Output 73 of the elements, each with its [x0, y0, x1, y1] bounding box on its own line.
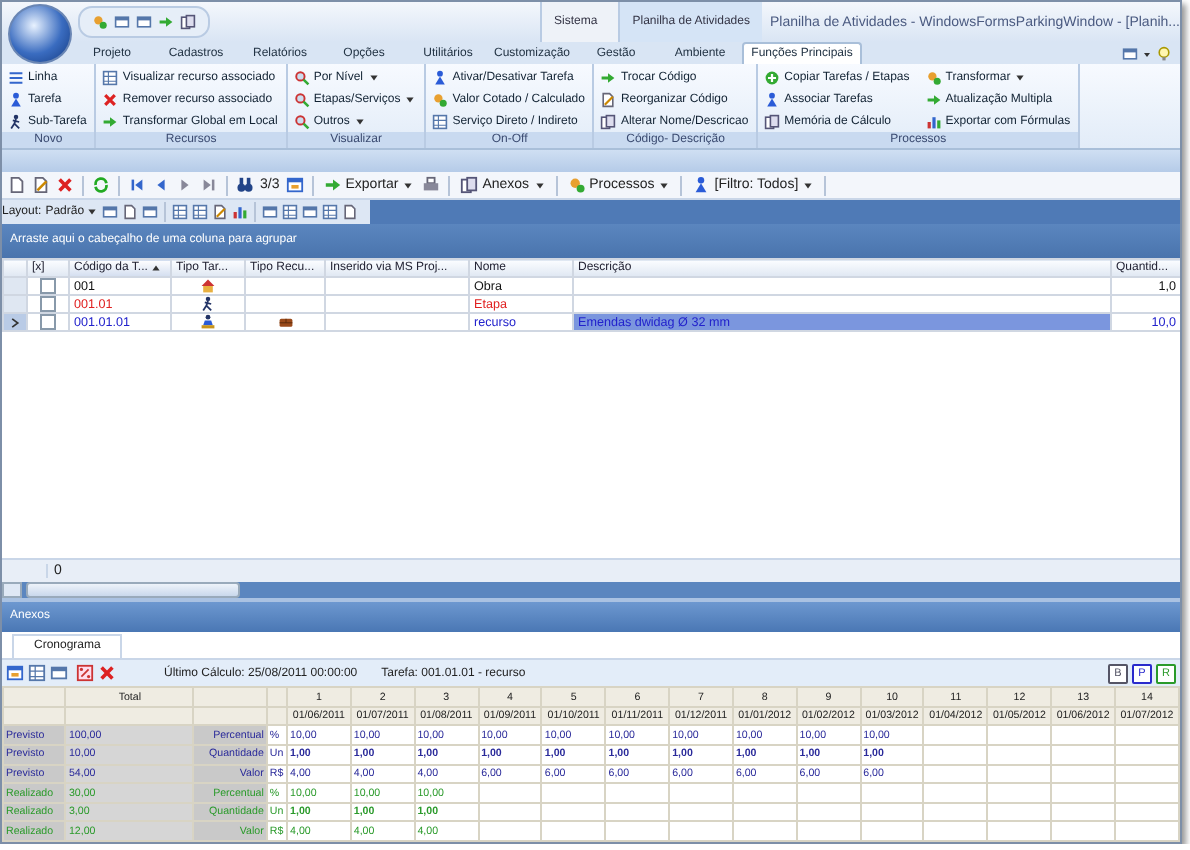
person-icon — [764, 91, 781, 107]
search-icon — [293, 91, 310, 107]
edit-icon[interactable] — [32, 176, 50, 194]
window-icon[interactable] — [136, 14, 152, 30]
window-icon[interactable] — [142, 204, 159, 220]
document-icon[interactable] — [342, 204, 359, 220]
list-icon — [8, 69, 24, 85]
table-icon[interactable] — [192, 204, 209, 220]
caret-icon[interactable] — [1142, 49, 1152, 59]
window-icon[interactable] — [1122, 46, 1138, 62]
table-icon[interactable] — [172, 204, 189, 220]
arrow-icon — [102, 113, 119, 129]
table-icon — [102, 69, 119, 85]
table-icon[interactable] — [28, 664, 46, 683]
document-icon[interactable] — [122, 204, 139, 220]
caret-icon — [402, 179, 415, 191]
previous-icon[interactable] — [152, 176, 170, 194]
caret-icon — [1014, 71, 1027, 83]
next-icon[interactable] — [176, 176, 194, 194]
window-icon[interactable] — [302, 204, 319, 220]
caret-icon — [404, 93, 417, 105]
caret-icon — [353, 115, 366, 127]
document-icon[interactable] — [8, 176, 26, 194]
worker-icon — [200, 315, 216, 329]
window-icon[interactable] — [114, 14, 130, 30]
arrow-icon — [323, 176, 342, 194]
caret-icon — [367, 71, 380, 83]
person-icon — [8, 113, 24, 129]
table-icon[interactable] — [282, 204, 299, 220]
first-page-icon[interactable] — [128, 176, 146, 194]
delete-icon — [102, 91, 119, 107]
caret-icon — [86, 206, 99, 218]
arrow-icon — [925, 91, 942, 107]
table-icon — [432, 113, 449, 129]
window-icon[interactable] — [262, 204, 279, 220]
app-orb-button[interactable] — [8, 4, 72, 64]
edit-icon — [600, 91, 617, 107]
printer-icon[interactable] — [422, 176, 441, 194]
last-page-icon[interactable] — [200, 176, 218, 194]
documents-icon[interactable] — [180, 14, 196, 30]
calendar-icon[interactable] — [285, 176, 304, 194]
caret-icon — [658, 179, 671, 191]
arrow-icon — [600, 69, 617, 85]
bar-chart-icon[interactable] — [232, 204, 249, 220]
plus-icon — [764, 69, 781, 85]
person-icon — [432, 69, 449, 85]
search-icon — [293, 69, 310, 85]
percent-icon[interactable] — [76, 664, 94, 683]
house-icon — [200, 279, 216, 293]
search-icon — [293, 113, 310, 129]
arrow-icon[interactable] — [158, 14, 174, 30]
edit-icon[interactable] — [212, 204, 229, 220]
caret-icon — [802, 179, 815, 191]
refresh-icon[interactable] — [92, 176, 110, 194]
documents-icon — [600, 113, 617, 129]
bar-chart-icon — [925, 113, 942, 129]
checkbox[interactable] — [40, 279, 56, 293]
brick-icon — [277, 315, 293, 329]
delete-icon[interactable] — [98, 664, 116, 683]
window-icon[interactable] — [102, 204, 119, 220]
table-icon[interactable] — [322, 204, 339, 220]
person-icon — [692, 176, 711, 194]
binoculars-icon[interactable] — [236, 176, 254, 194]
calendar-icon[interactable] — [6, 664, 24, 683]
window-icon[interactable] — [50, 664, 68, 683]
scrollbar-thumb[interactable] — [26, 582, 240, 599]
checkbox[interactable] — [40, 315, 56, 329]
delete-icon[interactable] — [56, 176, 74, 194]
documents-icon — [764, 113, 781, 129]
person-icon — [200, 297, 216, 311]
caret-icon — [533, 179, 546, 191]
person-icon — [8, 91, 24, 107]
checkbox[interactable] — [40, 297, 56, 311]
